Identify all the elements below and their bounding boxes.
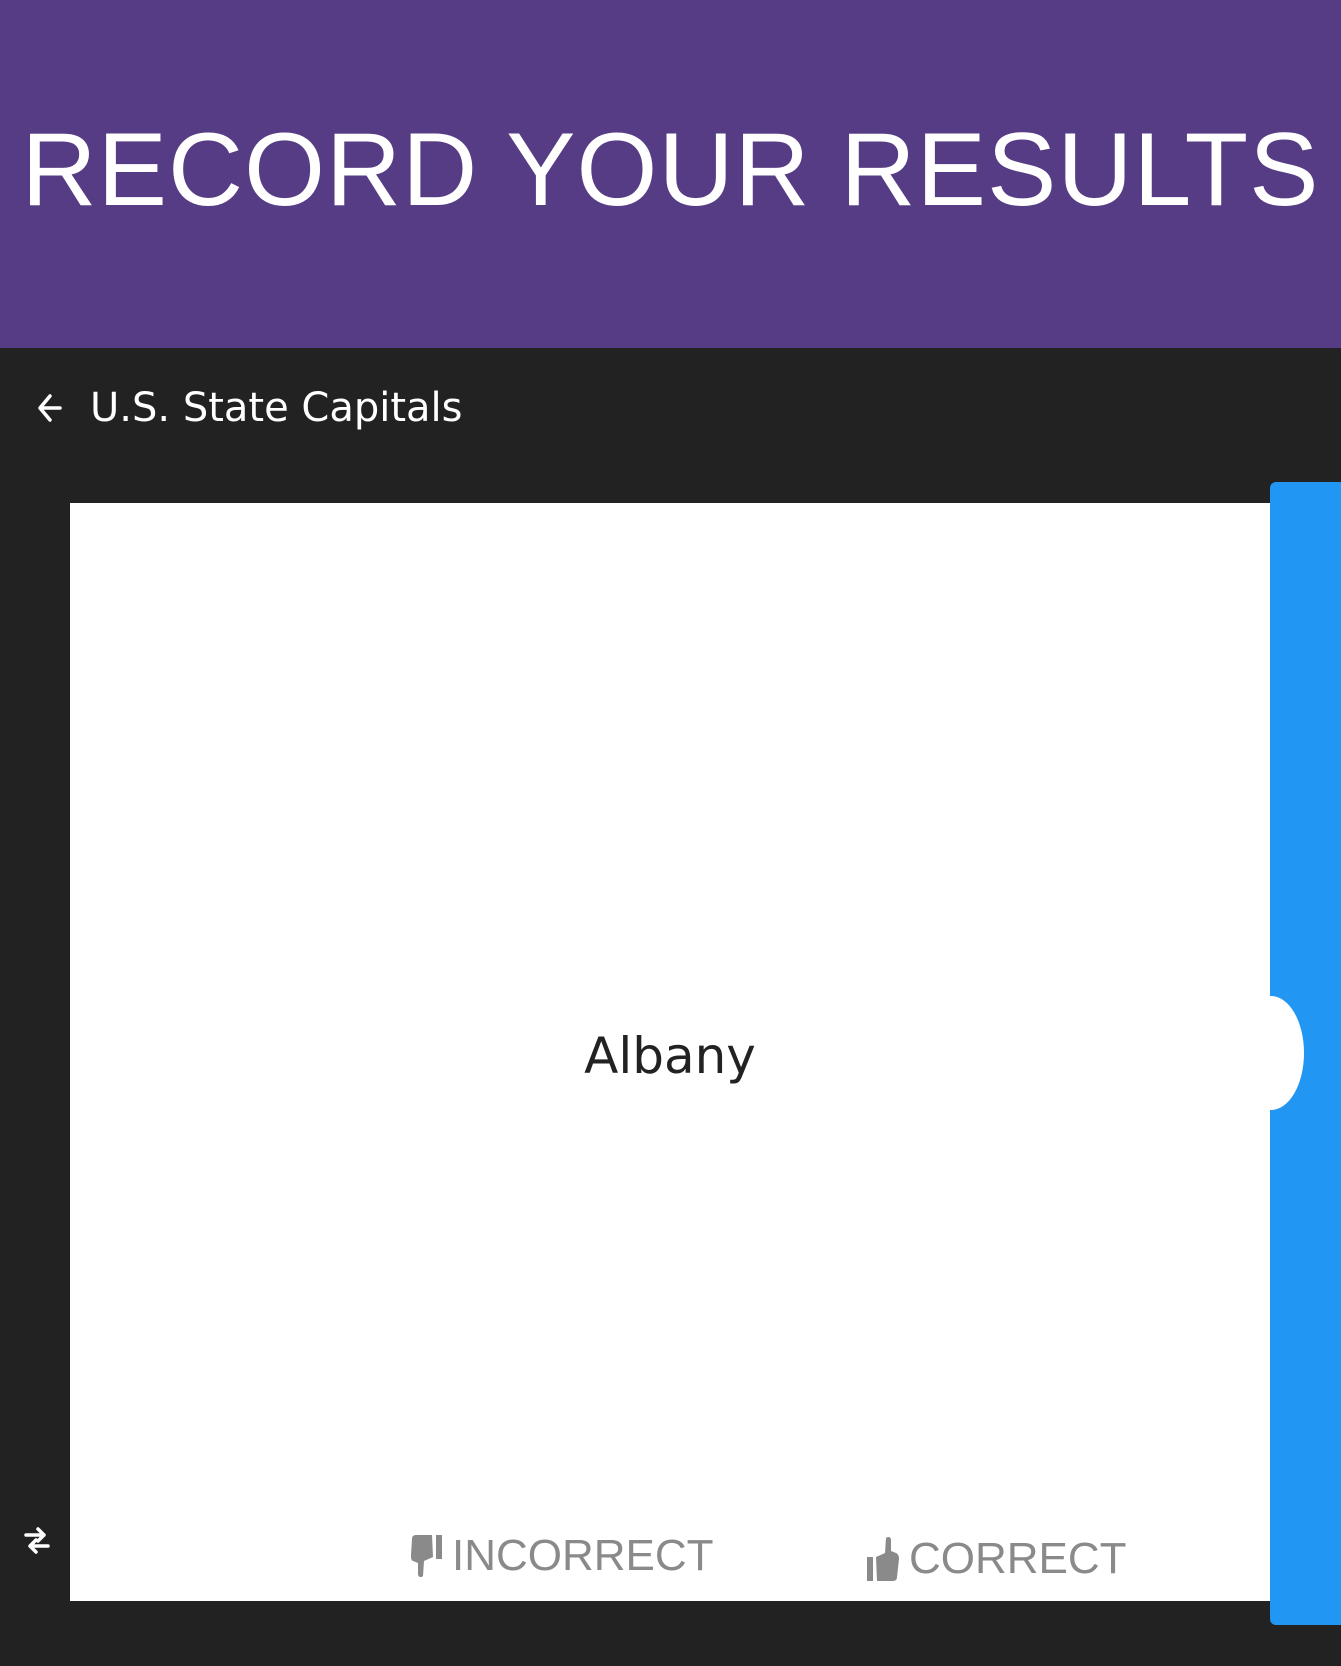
flashcard-app: U.S. State Capitals Albany INCORRECT COR…: [0, 348, 1341, 1666]
app-bar: U.S. State Capitals: [0, 348, 1341, 468]
arrow-left-icon[interactable]: [34, 390, 64, 426]
incorrect-button[interactable]: INCORRECT: [410, 1526, 714, 1586]
thumbs-down-icon: [410, 1533, 444, 1579]
thumbs-up-icon: [865, 1535, 901, 1583]
incorrect-label: INCORRECT: [452, 1531, 714, 1580]
swap-arrows-icon[interactable]: [22, 1522, 52, 1558]
deck-title: U.S. State Capitals: [90, 385, 463, 431]
correct-button[interactable]: CORRECT: [865, 1529, 1127, 1589]
correct-label: CORRECT: [909, 1534, 1127, 1583]
promo-banner: RECORD YOUR RESULTS: [0, 0, 1341, 348]
card-term: Albany: [584, 1027, 756, 1085]
flashcard[interactable]: Albany INCORRECT CORRECT: [70, 503, 1270, 1601]
banner-title: RECORD YOUR RESULTS: [21, 112, 1320, 228]
